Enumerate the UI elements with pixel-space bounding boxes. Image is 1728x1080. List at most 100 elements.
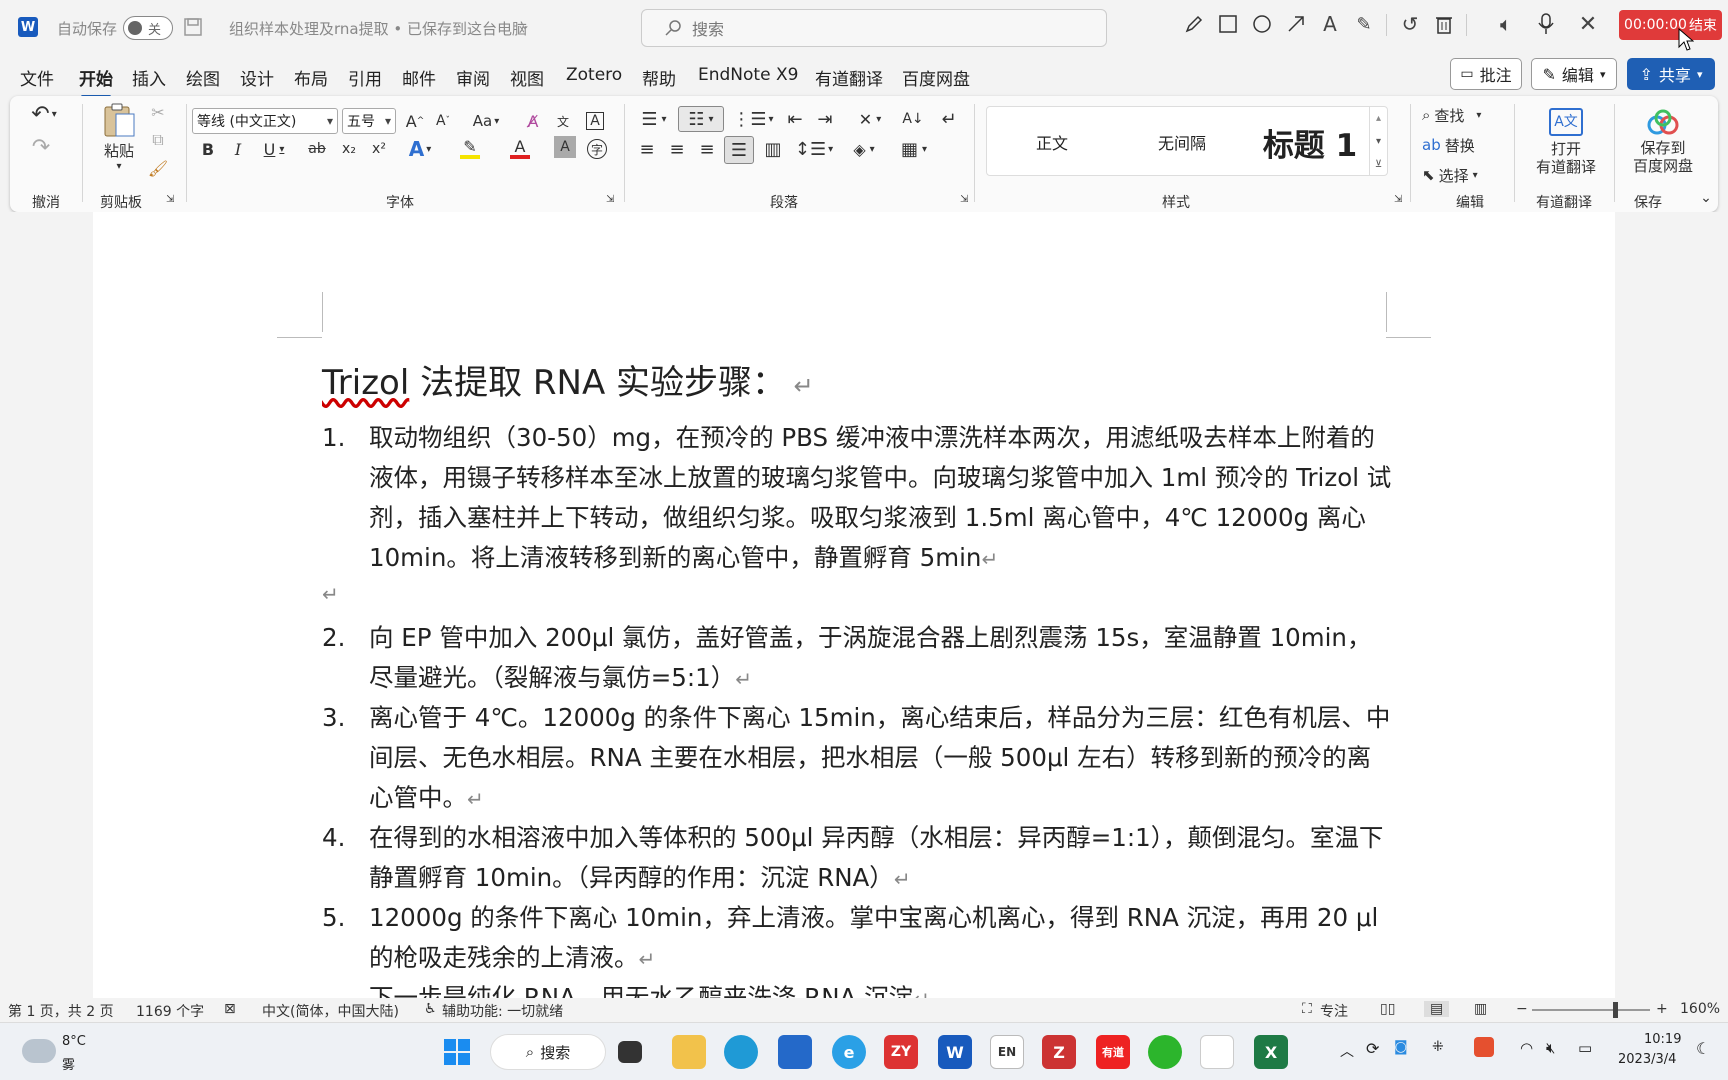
pen-tool-icon[interactable] [1182,12,1206,36]
title-chevron-icon[interactable]: ⌄ [520,18,530,32]
proofing-icon[interactable]: ⊠ [224,1001,236,1017]
zoom-out-icon[interactable]: − [1516,1001,1528,1017]
magic-wand-icon[interactable]: ✎ [1352,12,1376,36]
show-marks-icon[interactable]: ↵ [936,106,962,132]
bold-button[interactable]: B [196,136,220,162]
list-item[interactable]: 3. 离心管于 4℃。12000g 的条件下离心 15min，离心结束后，样品分… [322,698,1392,819]
bullets-icon[interactable]: ☰ ▾ [634,106,674,132]
youdao-icon[interactable]: 有道 [1096,1035,1130,1069]
font-name-dropdown[interactable]: 等线 (中文正文) [192,108,338,134]
list-item[interactable]: 4. 在得到的水相溶液中加入等体积的 500μl 异丙醇（水相层：异丙醇=1:1… [322,818,1392,899]
paragraph-launcher-icon[interactable]: ⇲ [960,194,968,205]
store-icon[interactable] [778,1035,812,1069]
zoom-slider[interactable] [1532,1002,1650,1018]
redo-icon[interactable]: ↷ [26,132,56,162]
list-item[interactable]: 2. 向 EP 管中加入 200μl 氯仿，盖好管盖，于涡旋混合器上剧烈震荡 1… [322,618,1392,699]
document-title[interactable]: 组织样本处理及rna提取 • 已保存到这台电脑 [229,18,527,39]
highlight-icon[interactable]: ✎ [452,136,488,162]
edit-mode-button[interactable]: ✎ 编辑 ▾ [1531,58,1617,90]
ie-icon[interactable]: e [832,1035,866,1069]
borders-icon[interactable]: ▦ ▾ [894,136,934,162]
paste-button[interactable]: 粘贴 ▾ [96,102,142,172]
undo-icon[interactable]: ↶ ▾ [26,100,62,128]
baidu-netdisk-icon[interactable] [1200,1035,1234,1069]
select-button[interactable]: ⬉ 选择 ▾ [1422,162,1478,188]
start-icon[interactable] [440,1035,474,1069]
phonetic-guide-icon[interactable]: 文 [550,108,576,134]
zoom-slider-thumb[interactable] [1613,1002,1619,1018]
wifi-icon[interactable]: ◠ [1520,1039,1533,1057]
close-recording-icon[interactable]: ✕ [1576,12,1600,37]
menu-mailings[interactable]: 邮件 [402,65,436,90]
strikethrough-button[interactable]: ab [304,136,330,162]
menu-endnote[interactable]: EndNote X9 [698,65,798,85]
character-border-icon[interactable]: A [582,108,608,134]
tray-input-icon[interactable]: ⁜ [1432,1039,1444,1055]
styles-scroll-down-icon[interactable]: ▾ [1369,130,1387,153]
distributed-icon[interactable]: ▥ [760,136,786,162]
battery-icon[interactable]: ▭ [1578,1039,1592,1057]
text-tool-icon[interactable]: A [1318,12,1342,36]
comment-button[interactable]: ▭ 批注 [1450,58,1522,90]
styles-scroll-up-icon[interactable]: ▴ [1369,107,1387,130]
circle-tool-icon[interactable] [1250,12,1274,36]
collapse-ribbon-icon[interactable]: ⌄ [1696,188,1716,208]
taskbar-search[interactable]: ⌕ 搜索 [490,1034,606,1070]
line-spacing-icon[interactable]: ↕☰ ▾ [794,136,834,162]
notification-moon-icon[interactable]: ☾ [1696,1039,1710,1058]
wechat-icon[interactable] [1148,1035,1182,1069]
focus-mode[interactable]: 专注 [1320,1001,1348,1021]
align-right-icon[interactable]: ≡ [694,136,720,162]
styles-more-icon[interactable]: ⊻ [1369,153,1387,176]
style-no-spacing[interactable]: 无间隔 [1117,107,1247,177]
numbering-icon[interactable]: ☷ ▾ [678,106,724,132]
font-launcher-icon[interactable]: ⇲ [606,194,614,205]
shrink-font-icon[interactable]: Aˇ [430,108,456,134]
print-layout-icon[interactable]: ▤ [1424,1001,1450,1017]
cut-icon[interactable]: ✂ [146,100,170,124]
menu-baidu[interactable]: 百度网盘 [902,65,970,90]
clear-formatting-icon[interactable]: A̸ [520,108,546,134]
list-item[interactable]: 5. 12000g 的条件下离心 10min，弃上清液。掌中宝离心机离心，得到 … [322,898,1392,979]
tray-chevron-icon[interactable]: ︿ [1340,1041,1354,1061]
list-item[interactable]: 1. 取动物组织（30-50）mg，在预冷的 PBS 缓冲液中漂洗样本两次，用滤… [322,418,1392,579]
page-count[interactable]: 第 1 页，共 2 页 [8,1001,114,1021]
justify-icon[interactable]: ☰ [724,136,754,164]
speaker-icon[interactable]: 🔈︎ [1494,12,1518,36]
superscript-button[interactable]: x² [366,136,392,162]
replace-button[interactable]: ab 替换 [1422,132,1475,158]
microphone-icon[interactable] [1534,12,1558,36]
multilevel-list-icon[interactable]: ⋮☰ ▾ [732,106,774,132]
underline-button[interactable]: U ▾ [256,136,292,162]
arrow-tool-icon[interactable] [1284,12,1308,36]
youdao-translate-button[interactable]: A文 打开 有道翻译 [1524,100,1608,184]
task-view-icon[interactable] [618,1041,642,1063]
find-button[interactable]: ⌕ 查找 ▾ [1422,102,1481,128]
menu-design[interactable]: 设计 [240,65,274,90]
read-mode-icon[interactable]: ▯▯ [1380,1001,1395,1017]
increase-indent-icon[interactable]: ⇥ [812,106,838,132]
clipboard-launcher-icon[interactable]: ⇲ [166,194,174,205]
tray-wps-icon[interactable] [1474,1037,1494,1057]
format-painter-icon[interactable]: 🖌︎ [146,156,170,180]
chinese-layout-icon[interactable]: ✕ ▾ [850,106,890,132]
align-left-icon[interactable]: ≡ [634,136,660,162]
document-heading[interactable]: Trizol 法提取 RNA 实验步骤： ↵ [322,355,814,404]
menu-references[interactable]: 引用 [348,65,382,90]
endnote-icon[interactable]: EN [990,1035,1024,1069]
word-taskbar-icon[interactable]: W [938,1035,972,1069]
menu-file[interactable]: 文件 [20,65,54,90]
share-button[interactable]: ⇪ 共享 ▾ [1627,58,1715,90]
autosave-toggle[interactable]: 关 [123,16,173,40]
style-heading-1[interactable]: 标题 1 [1247,107,1373,177]
language-status[interactable]: 中文(简体，中国大陆) [262,1001,399,1021]
zoom-in-icon[interactable]: + [1656,1001,1668,1017]
edge-icon[interactable] [724,1035,758,1069]
accessibility-status[interactable]: 辅助功能: 一切就绪 [442,1001,563,1021]
zoom-level[interactable]: 160% [1680,1001,1720,1017]
list-item-partial[interactable]: 下一步是纯化 RNA，用无水乙醇来洗涤 RNA 沉淀↵ [322,978,1392,998]
enclose-characters-icon[interactable]: 字 [584,136,610,162]
web-layout-icon[interactable]: ▥ [1474,1001,1487,1017]
rectangle-tool-icon[interactable] [1216,12,1240,36]
word-count[interactable]: 1169 个字 [136,1001,204,1021]
